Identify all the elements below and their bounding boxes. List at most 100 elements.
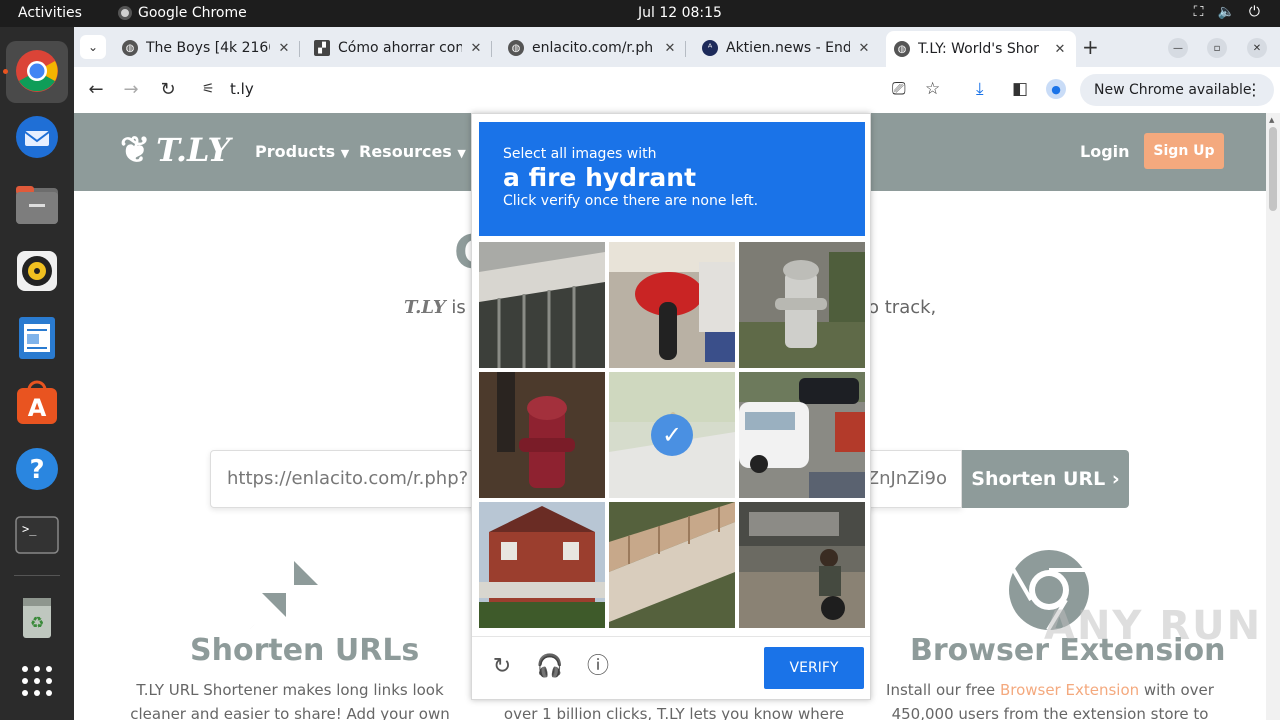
site-logo[interactable]: ❦ T.LY (120, 129, 230, 171)
url-text[interactable]: t.ly (230, 80, 254, 98)
nav-products-label: Products (255, 142, 336, 161)
feature-line: 450,000 users from the extension store t… (891, 705, 1209, 720)
aktien-favicon-icon: ᴬ (702, 40, 718, 56)
signup-button[interactable]: Sign Up (1144, 133, 1224, 169)
app-center-dock-icon[interactable]: A (13, 379, 61, 427)
hero-subtitle-end: o track, (868, 297, 937, 318)
reload-button[interactable]: ↻ (156, 79, 180, 100)
dock: A ? >_ ♻ (0, 27, 74, 720)
tab-aktien-news[interactable]: ᴬ Aktien.news - End ✕ (694, 33, 880, 63)
stairs-tile[interactable] (479, 242, 605, 368)
site-favicon-icon: ▞ (314, 40, 330, 56)
bookmark-star-icon[interactable]: ☆ (925, 79, 940, 99)
rhythmbox-dock-icon[interactable] (13, 247, 61, 295)
globe-icon: ◍ (894, 41, 910, 57)
feature-line: T.LY URL Shortener makes long links look (136, 681, 444, 699)
chevron-right-icon: › (1111, 468, 1120, 490)
maple-leaf-icon: ❦ (120, 129, 151, 171)
audio-icon[interactable]: 🎧 (536, 653, 564, 681)
subtitle-brand: T.LY (404, 297, 446, 318)
writer-dock-icon[interactable] (13, 314, 61, 362)
feature-text-analytics: over 1 billion clicks, T.LY lets you kno… (503, 705, 845, 720)
maximize-button[interactable]: ▫ (1207, 38, 1227, 58)
browser-toolbar: ← → ↻ ⚟ t.ly ⎚ ☆ ⤓ ◧ ● New Chrome availa… (74, 67, 1280, 113)
activities-button[interactable]: Activities (18, 5, 82, 21)
close-tab-icon[interactable]: ✕ (856, 41, 872, 56)
svg-text:A: A (28, 394, 47, 422)
volume-icon: 🔈 (1217, 4, 1235, 20)
reload-icon[interactable]: ↻ (488, 653, 516, 681)
trash-dock-icon[interactable]: ♻ (13, 593, 61, 641)
feature-text-extension: Install our free Browser Extension with … (870, 678, 1230, 720)
house-tile[interactable] (479, 502, 605, 628)
terminal-dock-icon[interactable]: >_ (13, 511, 61, 559)
install-app-icon[interactable]: ⎚ (892, 79, 906, 99)
tab-search-button[interactable]: ⌄ (80, 35, 106, 59)
help-dock-icon[interactable]: ? (13, 445, 61, 493)
chrome-small-icon (118, 6, 132, 20)
close-tab-icon[interactable]: ✕ (1052, 42, 1068, 57)
system-tray[interactable]: ⛶ 🔈 ⏻ (1194, 4, 1260, 20)
site-info-icon[interactable]: ⚟ (202, 81, 215, 97)
dock-separator (14, 575, 60, 576)
sidewalk-tile[interactable]: ✓ (609, 372, 735, 498)
shorten-url-button[interactable]: Shorten URL › (962, 450, 1129, 508)
side-panel-icon[interactable]: ◧ (1012, 79, 1028, 99)
motorcyclist-tile[interactable] (739, 502, 865, 628)
captcha-header: Select all images with a fire hydrant Cl… (479, 122, 865, 236)
back-button[interactable]: ← (84, 79, 108, 100)
tab-enlacito[interactable]: ◍ enlacito.com/r.ph ✕ (500, 33, 686, 63)
scroll-up-arrow-icon[interactable]: ▲ (1269, 116, 1274, 124)
tab-tly[interactable]: ◍ T.LY: World's Shor ✕ (886, 31, 1076, 67)
motorcycle-tile[interactable] (609, 242, 735, 368)
cars-tile[interactable] (739, 372, 865, 498)
verify-button[interactable]: VERIFY (764, 647, 864, 689)
nav-resources-label: Resources (359, 142, 452, 161)
tab-divider (685, 41, 686, 57)
feature-line: Install our free Browser Extension with … (870, 678, 1230, 702)
forward-button[interactable]: → (119, 79, 143, 100)
browser-extension-link[interactable]: Browser Extension (1000, 681, 1139, 699)
nav-resources[interactable]: Resources ▼ (359, 142, 466, 161)
bridge-tile[interactable] (609, 502, 735, 628)
scrollbar-thumb[interactable] (1269, 127, 1277, 211)
close-tab-icon[interactable]: ✕ (468, 41, 484, 56)
update-chrome-button[interactable]: New Chrome available ⋮ (1080, 74, 1274, 106)
nav-products[interactable]: Products ▼ (255, 142, 349, 161)
app-menu[interactable]: Google Chrome (118, 5, 247, 21)
files-dock-icon[interactable] (13, 181, 61, 229)
logo-text: T.LY (156, 131, 231, 169)
download-icon[interactable]: ⤓ (976, 79, 984, 99)
anyrun-watermark: ANY RUN (1044, 603, 1263, 649)
hydrant-gray-tile[interactable] (739, 242, 865, 368)
tab-the-boys[interactable]: ◍ The Boys [4k 2160 ✕ (114, 33, 300, 63)
info-icon[interactable]: ⓘ (584, 653, 612, 681)
tab-title: Cómo ahorrar con (338, 40, 462, 56)
more-menu-icon[interactable]: ⋮ (1246, 80, 1262, 99)
chevron-down-icon: ⌄ (87, 40, 99, 54)
close-window-button[interactable]: ✕ (1247, 38, 1267, 58)
chrome-dock-icon[interactable] (13, 47, 61, 95)
shorten-label: Shorten URL (971, 468, 1106, 490)
tab-como-ahorrar[interactable]: ▞ Cómo ahorrar con ✕ (306, 33, 492, 63)
caret-down-icon: ▼ (340, 147, 350, 160)
thunderbird-dock-icon[interactable] (13, 113, 61, 161)
close-tab-icon[interactable]: ✕ (276, 41, 292, 56)
address-bar[interactable]: ⚟ t.ly ⎚ ☆ (192, 73, 952, 107)
url-input-tail: ZnJnZi9o (866, 468, 947, 489)
profile-avatar[interactable]: ● (1046, 79, 1066, 99)
clock[interactable]: Jul 12 08:15 (638, 5, 722, 21)
close-tab-icon[interactable]: ✕ (662, 41, 678, 56)
login-link[interactable]: Login (1080, 142, 1130, 161)
new-tab-button[interactable]: + (1082, 35, 1099, 59)
page-scrollbar[interactable]: ▲ (1266, 113, 1280, 720)
power-icon: ⏻ (1248, 4, 1260, 20)
minimize-button[interactable]: — (1168, 38, 1188, 58)
show-apps-icon[interactable] (13, 657, 61, 705)
os-top-bar: Activities Google Chrome Jul 12 08:15 ⛶ … (0, 0, 1280, 27)
globe-icon: ◍ (122, 40, 138, 56)
url-input-value: https://enlacito.com/r.php? (227, 468, 469, 489)
svg-text:>_: >_ (22, 522, 37, 536)
tab-strip: ⌄ ◍ The Boys [4k 2160 ✕ ▞ Cómo ahorrar c… (74, 27, 1280, 67)
hydrant-red-tile[interactable] (479, 372, 605, 498)
